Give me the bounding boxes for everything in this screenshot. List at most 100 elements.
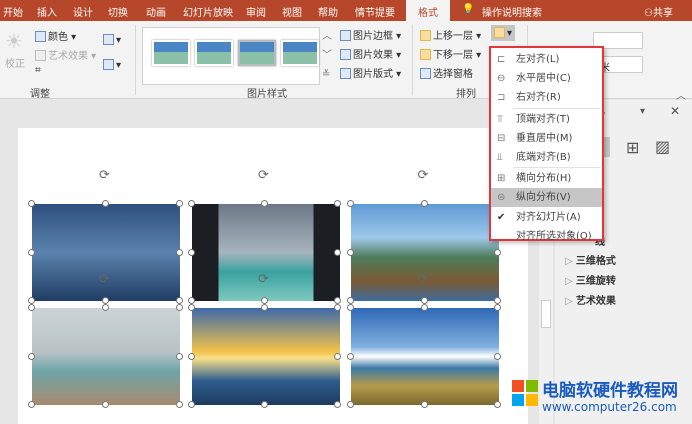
resize-handle[interactable] [102,304,109,311]
resize-handle[interactable] [261,304,268,311]
resize-handle[interactable] [334,200,341,207]
color-button[interactable]: 颜色 ▾ [35,28,76,43]
pane-section-artistic[interactable]: ▷ 艺术效果 [565,292,616,307]
artistic-effects-button[interactable]: 艺术效果 ▾ [35,47,96,62]
rotate-handle-icon[interactable]: ⟳ [418,272,429,287]
resize-handle[interactable] [102,401,109,408]
resize-handle[interactable] [494,401,501,408]
resize-handle[interactable] [176,297,183,304]
menu-item[interactable]: ⊞ 横向分布(H) [491,169,602,188]
picture-layout-button[interactable]: 图片版式 ▾ [340,65,401,80]
share-button[interactable]: ⚇共享 [644,4,673,19]
pane-options-icon[interactable]: ▾ [640,106,645,117]
resize-handle[interactable] [261,200,268,207]
tab-insert[interactable]: 插入 [37,4,57,19]
resize-handle[interactable] [334,248,341,256]
picture-border-button[interactable]: 图片边框 ▾ [340,27,401,42]
resize-handle[interactable] [261,297,268,304]
resize-handle[interactable] [28,248,35,256]
tab-help[interactable]: 帮助 [318,4,338,19]
resize-handle[interactable] [334,304,341,311]
menu-item[interactable]: ⫪ 顶端对齐(T) [491,110,602,129]
tab-format[interactable]: 格式 [406,0,450,21]
resize-handle[interactable] [188,401,195,408]
resize-handle[interactable] [176,352,183,360]
resize-handle[interactable] [334,352,341,360]
style-thumb[interactable] [152,40,190,66]
resize-handle[interactable] [334,297,341,304]
resize-handle[interactable] [420,297,428,304]
tab-home[interactable]: 开始 [3,4,23,19]
resize-handle[interactable] [347,401,354,408]
resize-handle[interactable] [188,200,195,207]
tab-transitions[interactable]: 切换 [108,4,128,19]
menu-item[interactable]: ⊐ 右对齐(R) [491,88,602,107]
resize-handle[interactable] [494,297,501,304]
menu-item[interactable]: ⊟ 垂直居中(M) [491,129,602,148]
rotate-handle-icon[interactable]: ⟳ [258,272,269,287]
resize-handle[interactable] [494,304,501,311]
resize-handle[interactable] [188,248,195,256]
rotate-handle-icon[interactable]: ⟳ [99,168,110,183]
resize-handle[interactable] [334,401,341,408]
tab-design[interactable]: 设计 [73,4,93,19]
crop-icon[interactable]: ⌗ [35,65,41,76]
align-button[interactable]: ▾ [491,25,516,41]
menu-item[interactable]: ✔ 对齐幻灯片(A) [491,208,602,227]
resize-handle[interactable] [347,200,354,207]
resize-handle[interactable] [494,352,501,360]
close-icon[interactable]: ✕ [670,104,680,118]
tab-view[interactable]: 视图 [282,4,302,19]
resize-handle[interactable] [102,297,109,304]
resize-handle[interactable] [420,401,428,408]
resize-handle[interactable] [494,248,501,256]
scrollbar-thumb[interactable] [541,300,551,328]
photo-beach[interactable] [32,308,180,405]
bring-forward-button[interactable]: 上移一层 ▾ [420,27,481,42]
resize-handle[interactable] [28,401,35,408]
size-tab-icon[interactable]: ⊞ [626,138,639,157]
resize-handle[interactable] [347,297,354,304]
style-thumb[interactable] [281,40,319,66]
resize-handle[interactable] [102,200,109,207]
resize-handle[interactable] [176,200,183,207]
rotate-handle-icon[interactable]: ⟳ [418,168,429,183]
picture-effects-button[interactable]: 图片效果 ▾ [340,46,401,61]
pane-section-3d-format[interactable]: ▷ 三维格式 [565,252,616,267]
resize-handle[interactable] [28,297,35,304]
picture-tab-icon[interactable]: ▨ [655,137,670,156]
selection-pane-button[interactable]: 选择窗格 [420,65,473,80]
rotate-handle-icon[interactable]: ⟳ [258,168,269,183]
change-picture-button[interactable]: ▾ [103,59,121,71]
resize-handle[interactable] [176,304,183,311]
menu-item[interactable]: ⊖ 水平居中(C) [491,69,602,88]
correct-button[interactable]: 校正 [5,55,25,70]
compress-button[interactable]: ▾ [103,34,121,46]
photo-sunset[interactable] [192,308,340,405]
tab-review[interactable]: 审阅 [246,4,266,19]
resize-handle[interactable] [28,352,35,360]
style-thumb[interactable] [195,40,233,66]
tab-storyboard[interactable]: 情节提要 [355,4,395,19]
menu-item[interactable]: ⊜ 纵向分布(V) [491,188,602,207]
resize-handle[interactable] [188,352,195,360]
menu-item[interactable]: ⊏ 左对齐(L) [491,50,602,69]
tell-me-search[interactable]: 操作说明搜索 [482,4,542,19]
resize-handle[interactable] [347,248,354,256]
gallery-scroll[interactable]: ︿ ﹀ ≚ [322,27,332,84]
resize-handle[interactable] [28,304,35,311]
resize-handle[interactable] [347,352,354,360]
resize-handle[interactable] [261,401,268,408]
style-thumb[interactable] [238,40,276,66]
resize-handle[interactable] [420,304,428,311]
resize-handle[interactable] [347,304,354,311]
resize-handle[interactable] [28,200,35,207]
pane-section-3d-rotation[interactable]: ▷ 三维旋转 [565,272,616,287]
resize-handle[interactable] [176,248,183,256]
resize-handle[interactable] [176,401,183,408]
menu-item[interactable]: ⫫ 底端对齐(B) [491,148,602,167]
send-backward-button[interactable]: 下移一层 ▾ [420,46,481,61]
resize-handle[interactable] [188,304,195,311]
rotate-handle-icon[interactable]: ⟳ [99,272,110,287]
photo-grass[interactable] [351,308,499,405]
